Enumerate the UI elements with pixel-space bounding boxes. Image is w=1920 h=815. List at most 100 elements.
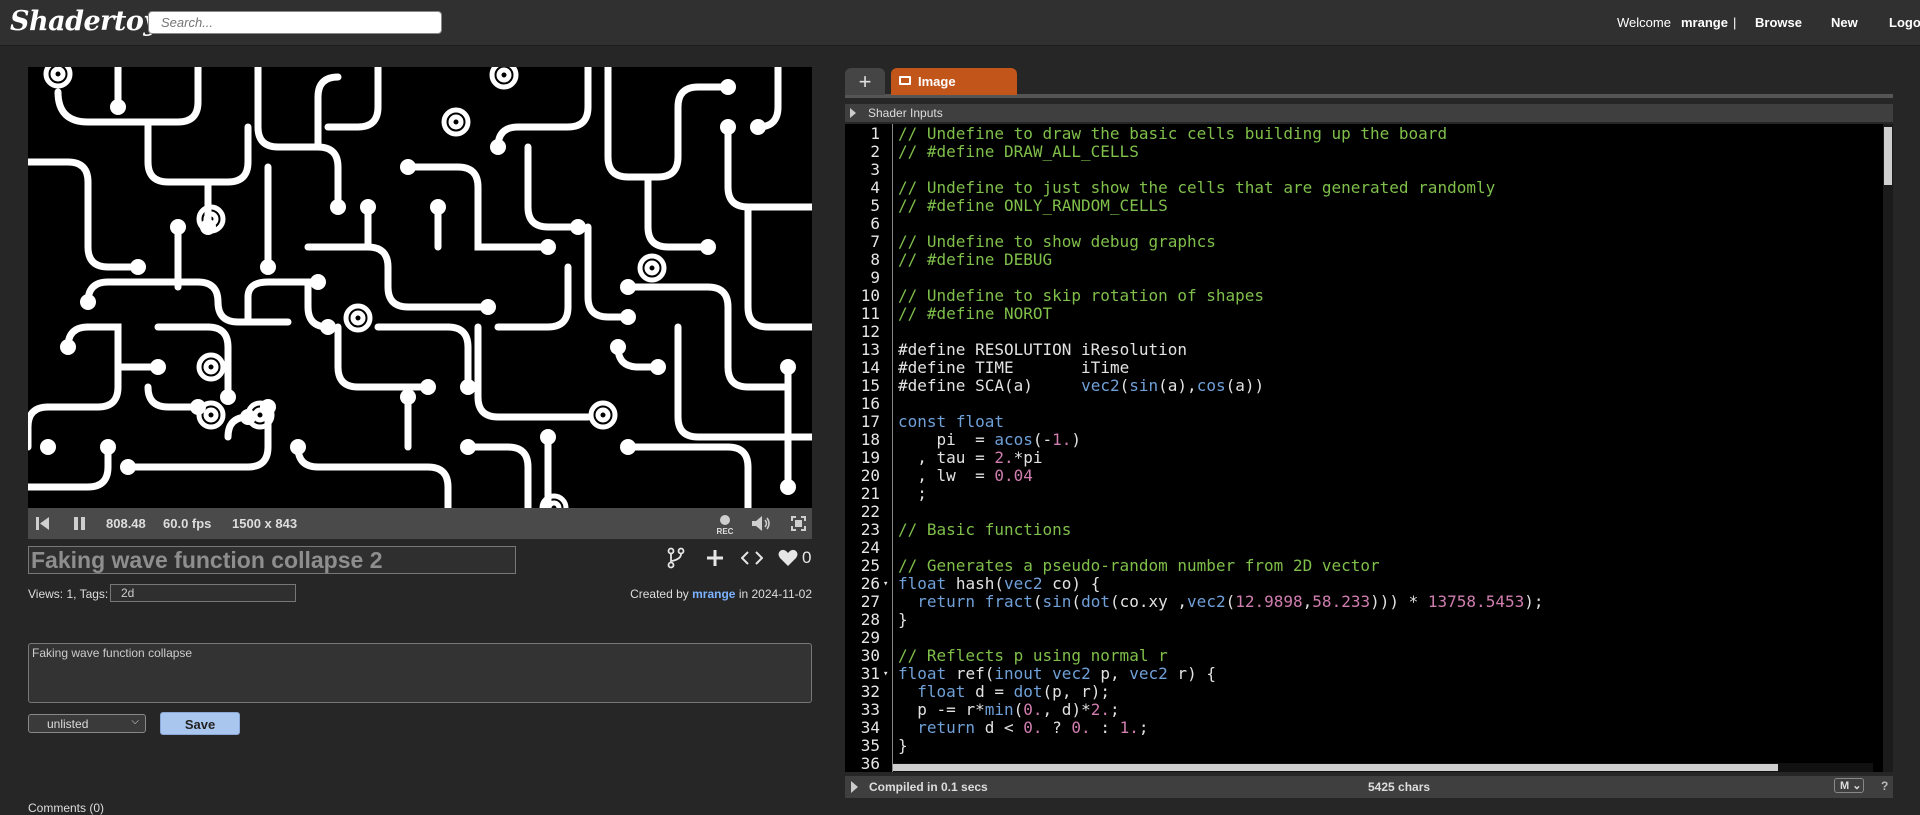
welcome-text: Welcome xyxy=(1617,15,1671,30)
line-number: 24 xyxy=(860,538,880,557)
line-number: 7 xyxy=(870,232,880,251)
code-text: pi = acos(-1.) xyxy=(936,430,1082,449)
rewind-icon[interactable] xyxy=(36,516,50,531)
vertical-scroll-thumb[interactable] xyxy=(1884,127,1892,185)
code-text: #define RESOLUTION iResolution xyxy=(898,340,1188,359)
description-textarea[interactable]: Faking wave function collapse xyxy=(28,643,812,703)
embed-code-icon[interactable] xyxy=(741,551,763,565)
code-text: #define TIME iTime xyxy=(898,358,1130,377)
line-number: 10 xyxy=(860,286,880,305)
editor-mode-select[interactable]: M ⌄ xyxy=(1834,778,1864,793)
search-input[interactable] xyxy=(148,11,442,34)
line-number: 30 xyxy=(860,646,880,665)
browse-link[interactable]: Browse xyxy=(1755,15,1802,30)
volume-icon[interactable] xyxy=(751,515,771,532)
vertical-scrollbar[interactable] xyxy=(1883,124,1893,772)
line-number: 35 xyxy=(860,736,880,755)
line-number: 11 xyxy=(860,304,880,323)
nav-separator: | xyxy=(1733,15,1737,30)
views-tags-label: Views: 1, Tags: xyxy=(28,587,109,601)
save-button[interactable]: Save xyxy=(160,712,240,735)
line-number: 21 xyxy=(860,484,880,503)
line-number: 4 xyxy=(870,178,880,197)
code-text: // Basic functions xyxy=(898,520,1072,539)
line-number: 1 xyxy=(870,124,880,143)
code-text: return d < 0. ? 0. : 1.; xyxy=(917,718,1149,737)
fork-icon[interactable] xyxy=(667,547,685,569)
code-text: // Undefine to draw the basic cells buil… xyxy=(898,124,1448,143)
new-link[interactable]: New xyxy=(1831,15,1858,30)
code-text: // #define NOROT xyxy=(898,304,1053,323)
add-to-playlist-icon[interactable] xyxy=(706,549,724,567)
line-number: 9 xyxy=(870,268,880,287)
code-text: // Reflects p using normal r xyxy=(898,646,1168,665)
tab-image[interactable]: Image xyxy=(891,68,1017,95)
code-text: // Undefine to show debug graphcs xyxy=(898,232,1216,251)
player-controls: 808.48 60.0 fps 1500 x 843 REC xyxy=(28,508,812,539)
code-text: // Generates a pseudo-random number from… xyxy=(898,556,1380,575)
like-heart-icon[interactable] xyxy=(778,549,798,567)
code-text: // Undefine to skip rotation of shapes xyxy=(898,286,1265,305)
record-button[interactable]: REC xyxy=(714,512,736,536)
code-text: , lw = 0.04 xyxy=(898,466,1033,485)
line-number: 15 xyxy=(860,376,880,395)
fold-arrow-icon[interactable]: ▾ xyxy=(883,575,888,593)
author-link[interactable]: mrange xyxy=(692,587,735,601)
fullscreen-icon[interactable] xyxy=(791,516,806,531)
likes-count: 0 xyxy=(802,548,812,567)
tab-image-label: Image xyxy=(918,74,956,89)
line-number: 31 xyxy=(860,664,880,683)
privacy-select[interactable]: unlisted ⌵ xyxy=(28,714,146,733)
code-editor[interactable]: 1 // Undefine to draw the basic cells bui… xyxy=(845,124,1893,772)
line-number: 5 xyxy=(870,196,880,215)
help-icon[interactable]: ? xyxy=(1881,779,1888,793)
code-text: , tau = 2.*pi xyxy=(898,448,1043,467)
shader-canvas[interactable] xyxy=(28,67,812,508)
code-text: ; xyxy=(898,484,927,503)
char-count: 5425 chars xyxy=(1368,780,1431,794)
created-by: Created by mrange in 2024-11-02 xyxy=(630,587,812,601)
shader-inputs-toggle[interactable]: Shader Inputs xyxy=(845,104,1893,122)
expand-arrow-icon xyxy=(850,108,856,118)
created-date: in 2024-11-02 xyxy=(738,587,812,601)
editor-mode-value: M xyxy=(1840,780,1850,792)
line-number: 20 xyxy=(860,466,880,485)
monitor-icon xyxy=(899,76,911,85)
rec-label: REC xyxy=(716,527,734,536)
time-display: 808.48 xyxy=(106,516,146,531)
line-number: 2 xyxy=(870,142,880,161)
line-number: 32 xyxy=(860,682,880,701)
compile-arrow-icon[interactable] xyxy=(851,781,858,793)
resolution-display: 1500 x 843 xyxy=(232,516,298,531)
code-text: const float xyxy=(898,412,1004,431)
code-text: // #define ONLY_RANDOM_CELLS xyxy=(898,196,1168,215)
privacy-value: unlisted xyxy=(47,717,89,731)
top-bar: Shadertoy Welcome mrange | Browse New Lo… xyxy=(0,0,1920,46)
line-number: 25 xyxy=(860,556,880,575)
fold-arrow-icon[interactable]: ▾ xyxy=(883,665,888,683)
line-number: 19 xyxy=(860,448,880,467)
horizontal-scrollbar[interactable] xyxy=(893,763,1873,772)
fps-display: 60.0 fps xyxy=(163,516,212,531)
site-logo[interactable]: Shadertoy xyxy=(10,6,159,37)
logout-link[interactable]: Logout xyxy=(1889,15,1920,30)
line-number: 27 xyxy=(860,592,880,611)
user-link[interactable]: mrange xyxy=(1681,15,1728,30)
line-number: 6 xyxy=(870,214,880,233)
horizontal-scroll-thumb[interactable] xyxy=(893,764,1778,771)
compile-status: Compiled in 0.1 secs xyxy=(869,780,988,794)
code-text: p -= r*min(0., d)*2.; xyxy=(917,700,1120,719)
tags-input[interactable]: 2d xyxy=(110,584,296,602)
line-number: 12 xyxy=(860,322,880,341)
shader-title-input[interactable]: Faking wave function collapse 2 xyxy=(28,546,516,574)
code-text: // #define DEBUG xyxy=(898,250,1053,269)
line-number: 16 xyxy=(860,394,880,413)
code-text: } xyxy=(898,736,908,755)
add-tab-button[interactable]: + xyxy=(845,68,885,95)
shader-render xyxy=(28,67,812,508)
shader-inputs-label: Shader Inputs xyxy=(868,106,943,120)
code-text: // Undefine to just show the cells that … xyxy=(898,178,1496,197)
line-number: 34 xyxy=(860,718,880,737)
pause-icon[interactable] xyxy=(74,516,86,531)
chevron-down-icon: ⌵ xyxy=(131,716,139,727)
